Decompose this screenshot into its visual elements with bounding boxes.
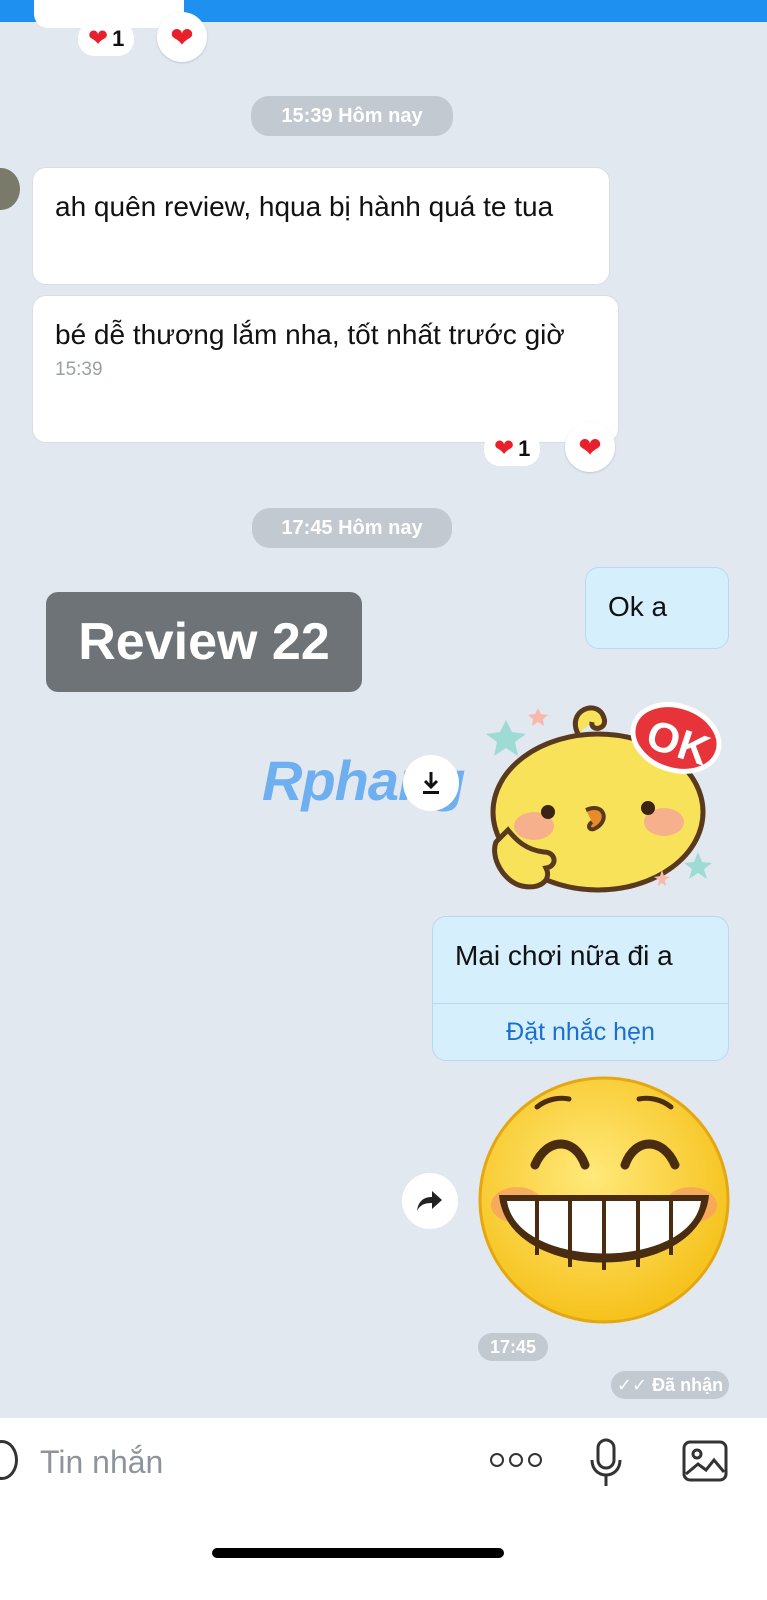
- avatar[interactable]: [0, 168, 20, 210]
- date-separator: 15:39 Hôm nay: [251, 96, 453, 136]
- image-icon[interactable]: [682, 1440, 728, 1482]
- watermark-logo: Rphang: [262, 749, 465, 812]
- outgoing-message[interactable]: Mai chơi nữa đi a Đặt nhắc hẹn: [432, 916, 729, 1061]
- message-time: 15:39: [55, 359, 103, 380]
- incoming-message[interactable]: ah quên review, hqua bị hành quá te tua: [32, 167, 610, 285]
- date-separator: 17:45 Hôm nay: [252, 508, 452, 548]
- message-input[interactable]: Tin nhắn: [40, 1440, 460, 1484]
- message-text: bé dễ thương lắm nha, tốt nhất trước giờ: [55, 319, 565, 350]
- download-button[interactable]: [403, 755, 459, 811]
- message-input-placeholder: Tin nhắn: [40, 1444, 164, 1480]
- download-icon: [423, 772, 439, 794]
- mic-icon[interactable]: [588, 1438, 624, 1488]
- react-heart-button-top[interactable]: ❤: [157, 12, 207, 62]
- message-time: 17:45: [478, 1333, 548, 1361]
- set-reminder-link[interactable]: Đặt nhắc hẹn: [433, 1015, 728, 1049]
- react-heart-button[interactable]: ❤: [565, 422, 615, 472]
- reaction-chip[interactable]: ❤ 1: [484, 432, 541, 466]
- reaction-chip-top[interactable]: ❤ 1: [78, 22, 135, 56]
- message-text: Mai chơi nữa đi a: [455, 940, 673, 971]
- ok-sticker[interactable]: OK: [486, 690, 726, 900]
- message-text: Ok a: [608, 591, 668, 622]
- review-label: Review 22: [46, 592, 362, 692]
- forward-button[interactable]: [402, 1173, 458, 1229]
- message-text: ah quên review, hqua bị hành quá te tua: [55, 191, 554, 222]
- incoming-message[interactable]: bé dễ thương lắm nha, tốt nhất trước giờ…: [32, 295, 619, 443]
- double-check-icon: ✓✓: [616, 1375, 648, 1395]
- emoji-icon[interactable]: [0, 1440, 18, 1480]
- heart-icon: ❤: [170, 21, 194, 53]
- heart-icon: ❤: [578, 431, 602, 463]
- reaction-count: 1: [112, 26, 125, 51]
- grin-emoji-sticker[interactable]: [477, 1075, 731, 1325]
- forward-icon: [417, 1191, 442, 1211]
- heart-icon: ❤: [88, 25, 109, 52]
- outgoing-message[interactable]: Ok a: [585, 567, 729, 649]
- reminder-divider: [433, 1003, 728, 1004]
- reaction-count: 1: [518, 436, 531, 461]
- home-indicator[interactable]: [212, 1548, 504, 1558]
- delivery-status: ✓✓ Đã nhận: [611, 1371, 729, 1399]
- heart-icon: ❤: [494, 435, 515, 462]
- composer-bar: Tin nhắn: [0, 1418, 767, 1600]
- more-icon[interactable]: [490, 1448, 546, 1472]
